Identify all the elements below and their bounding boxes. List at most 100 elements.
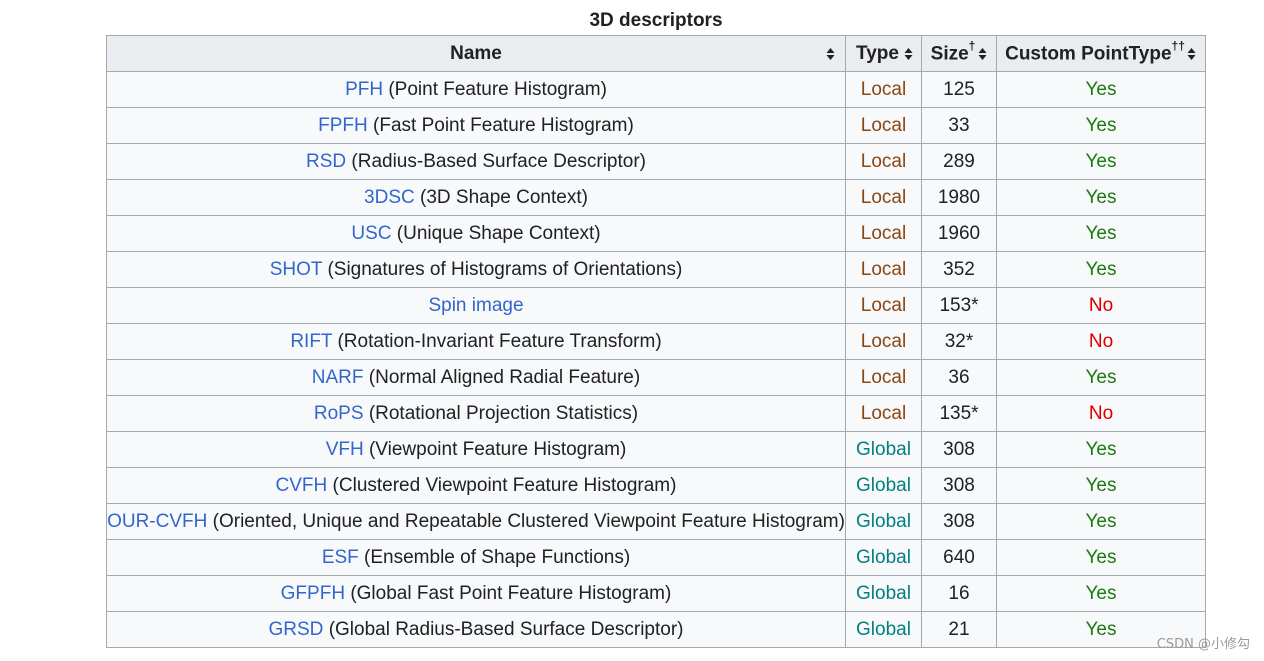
column-header-type-label: Type — [856, 42, 899, 64]
cell-type: Local — [845, 107, 922, 144]
descriptor-link[interactable]: PFH — [345, 79, 383, 100]
descriptor-description: (Radius-Based Surface Descriptor) — [351, 150, 647, 172]
cell-custom-pointtype: Yes — [996, 467, 1206, 504]
sort-arrows-icon[interactable] — [1187, 47, 1196, 61]
descriptor-description: (3D Shape Context) — [420, 186, 588, 208]
descriptor-link[interactable]: USC — [351, 223, 391, 244]
descriptor-description: (Point Feature Histogram) — [388, 78, 607, 100]
descriptor-description: (Rotation-Invariant Feature Transform) — [337, 330, 662, 352]
table-row: NARF (Normal Aligned Radial Feature) Loca… — [106, 359, 1206, 396]
cell-type: Global — [845, 431, 922, 468]
descriptor-description: (Clustered Viewpoint Feature Histogram) — [332, 474, 677, 496]
cell-custom-pointtype: Yes — [996, 539, 1206, 576]
column-header-name[interactable]: Name — [106, 35, 846, 72]
cell-type: Global — [845, 503, 922, 540]
descriptor-link[interactable]: FPFH — [318, 115, 368, 136]
cell-type: Local — [845, 215, 922, 252]
descriptors-table: Name Type Size† Custom PointType†† PFH (… — [106, 35, 1206, 648]
sort-arrows-icon[interactable] — [826, 47, 835, 61]
cell-custom-pointtype: Yes — [996, 359, 1206, 396]
custom-label-text: Custom PointType — [1005, 43, 1172, 65]
size-label-text: Size — [930, 43, 969, 65]
cell-size: 308 — [921, 467, 997, 504]
cell-size: 125 — [921, 71, 997, 108]
descriptor-description: (Global Fast Point Feature Histogram) — [350, 582, 672, 604]
cell-type: Local — [845, 395, 922, 432]
cell-size: 21 — [921, 611, 997, 648]
descriptor-description: (Viewpoint Feature Histogram) — [368, 438, 627, 460]
cell-size: 640 — [921, 539, 997, 576]
cell-size: 36 — [921, 359, 997, 396]
cell-custom-pointtype: Yes — [996, 143, 1206, 180]
descriptor-link[interactable]: 3DSC — [364, 187, 415, 208]
descriptor-description: (Oriented, Unique and Repeatable Cluster… — [212, 510, 845, 532]
cell-name: PFH (Point Feature Histogram) — [106, 71, 846, 108]
cell-custom-pointtype: Yes — [996, 575, 1206, 612]
column-header-custom-pointtype[interactable]: Custom PointType†† — [996, 35, 1206, 72]
table-row: GFPFH (Global Fast Point Feature Histogr… — [106, 575, 1206, 612]
table-row: RSD (Radius-Based Surface Descriptor) Loc… — [106, 143, 1206, 180]
table-row: CVFH (Clustered Viewpoint Feature Histog… — [106, 467, 1206, 504]
table-header-row: Name Type Size† Custom PointType†† — [106, 35, 1206, 72]
custom-footnote-mark[interactable]: †† — [1172, 39, 1185, 53]
descriptor-link[interactable]: CVFH — [276, 475, 328, 496]
table-body: PFH (Point Feature Histogram) Local 125 Yes… — [106, 71, 1206, 648]
size-footnote-mark[interactable]: † — [969, 39, 976, 53]
descriptor-link[interactable]: SHOT — [270, 259, 322, 280]
descriptor-description: (Global Radius-Based Surface Descriptor) — [328, 618, 684, 640]
column-header-name-label: Name — [450, 42, 502, 64]
table-row: 3DSC (3D Shape Context) Local 1980 Yes — [106, 179, 1206, 216]
cell-name: VFH (Viewpoint Feature Histogram) — [106, 431, 846, 468]
cell-name: CVFH (Clustered Viewpoint Feature Histog… — [106, 467, 846, 504]
table-row: PFH (Point Feature Histogram) Local 125 Yes — [106, 71, 1206, 108]
descriptor-description: (Rotational Projection Statistics) — [368, 402, 639, 424]
table-row: FPFH (Fast Point Feature Histogram) Local… — [106, 107, 1206, 144]
cell-type: Local — [845, 71, 922, 108]
cell-name: RSD (Radius-Based Surface Descriptor) — [106, 143, 846, 180]
descriptor-description: (Signatures of Histograms of Orientation… — [327, 258, 683, 280]
cell-type: Global — [845, 539, 922, 576]
cell-size: 1960 — [921, 215, 997, 252]
table-row: ESF (Ensemble of Shape Functions) Global 6… — [106, 539, 1206, 576]
watermark: CSDN @小修勾 — [1156, 637, 1250, 652]
column-header-size-label: Size† — [930, 39, 976, 65]
descriptor-link[interactable]: Spin image — [428, 295, 523, 316]
cell-custom-pointtype: No — [996, 323, 1206, 360]
cell-type: Local — [845, 143, 922, 180]
cell-name: Spin image — [106, 287, 846, 324]
cell-name: RoPS (Rotational Projection Statistics) — [106, 395, 846, 432]
descriptor-link[interactable]: RoPS — [314, 403, 364, 424]
descriptor-link[interactable]: RSD — [306, 151, 346, 172]
table-row: SHOT (Signatures of Histograms of Orient… — [106, 251, 1206, 288]
descriptor-link[interactable]: ESF — [322, 547, 359, 568]
cell-custom-pointtype: Yes — [996, 431, 1206, 468]
cell-custom-pointtype: Yes — [996, 71, 1206, 108]
cell-size: 308 — [921, 503, 997, 540]
descriptor-link[interactable]: VFH — [326, 439, 364, 460]
sort-arrows-icon[interactable] — [904, 47, 913, 61]
descriptor-description: (Fast Point Feature Histogram) — [373, 114, 634, 136]
cell-name: FPFH (Fast Point Feature Histogram) — [106, 107, 846, 144]
descriptor-link[interactable]: GRSD — [269, 619, 324, 640]
descriptor-link[interactable]: NARF — [312, 367, 364, 388]
cell-size: 33 — [921, 107, 997, 144]
table-row: USC (Unique Shape Context) Local 1960 Yes — [106, 215, 1206, 252]
cell-type: Global — [845, 611, 922, 648]
column-header-size[interactable]: Size† — [921, 35, 997, 72]
descriptor-description: (Normal Aligned Radial Feature) — [368, 366, 641, 388]
descriptor-description: (Ensemble of Shape Functions) — [364, 546, 631, 568]
descriptor-link[interactable]: RIFT — [290, 331, 332, 352]
descriptor-link[interactable]: OUR-CVFH — [107, 511, 207, 532]
cell-name: SHOT (Signatures of Histograms of Orient… — [106, 251, 846, 288]
cell-size: 32* — [921, 323, 997, 360]
table-row: RoPS (Rotational Projection Statistics) L… — [106, 395, 1206, 432]
table-caption: 3D descriptors — [589, 10, 723, 31]
descriptor-link[interactable]: GFPFH — [281, 583, 345, 604]
cell-custom-pointtype: Yes — [996, 215, 1206, 252]
cell-name: RIFT (Rotation-Invariant Feature Transfo… — [106, 323, 846, 360]
cell-name: USC (Unique Shape Context) — [106, 215, 846, 252]
table-row: OUR-CVFH (Oriented, Unique and Repeatabl… — [106, 503, 1206, 540]
sort-arrows-icon[interactable] — [978, 47, 987, 61]
table-row: Spin image Local 153* No — [106, 287, 1206, 324]
column-header-type[interactable]: Type — [845, 35, 922, 72]
